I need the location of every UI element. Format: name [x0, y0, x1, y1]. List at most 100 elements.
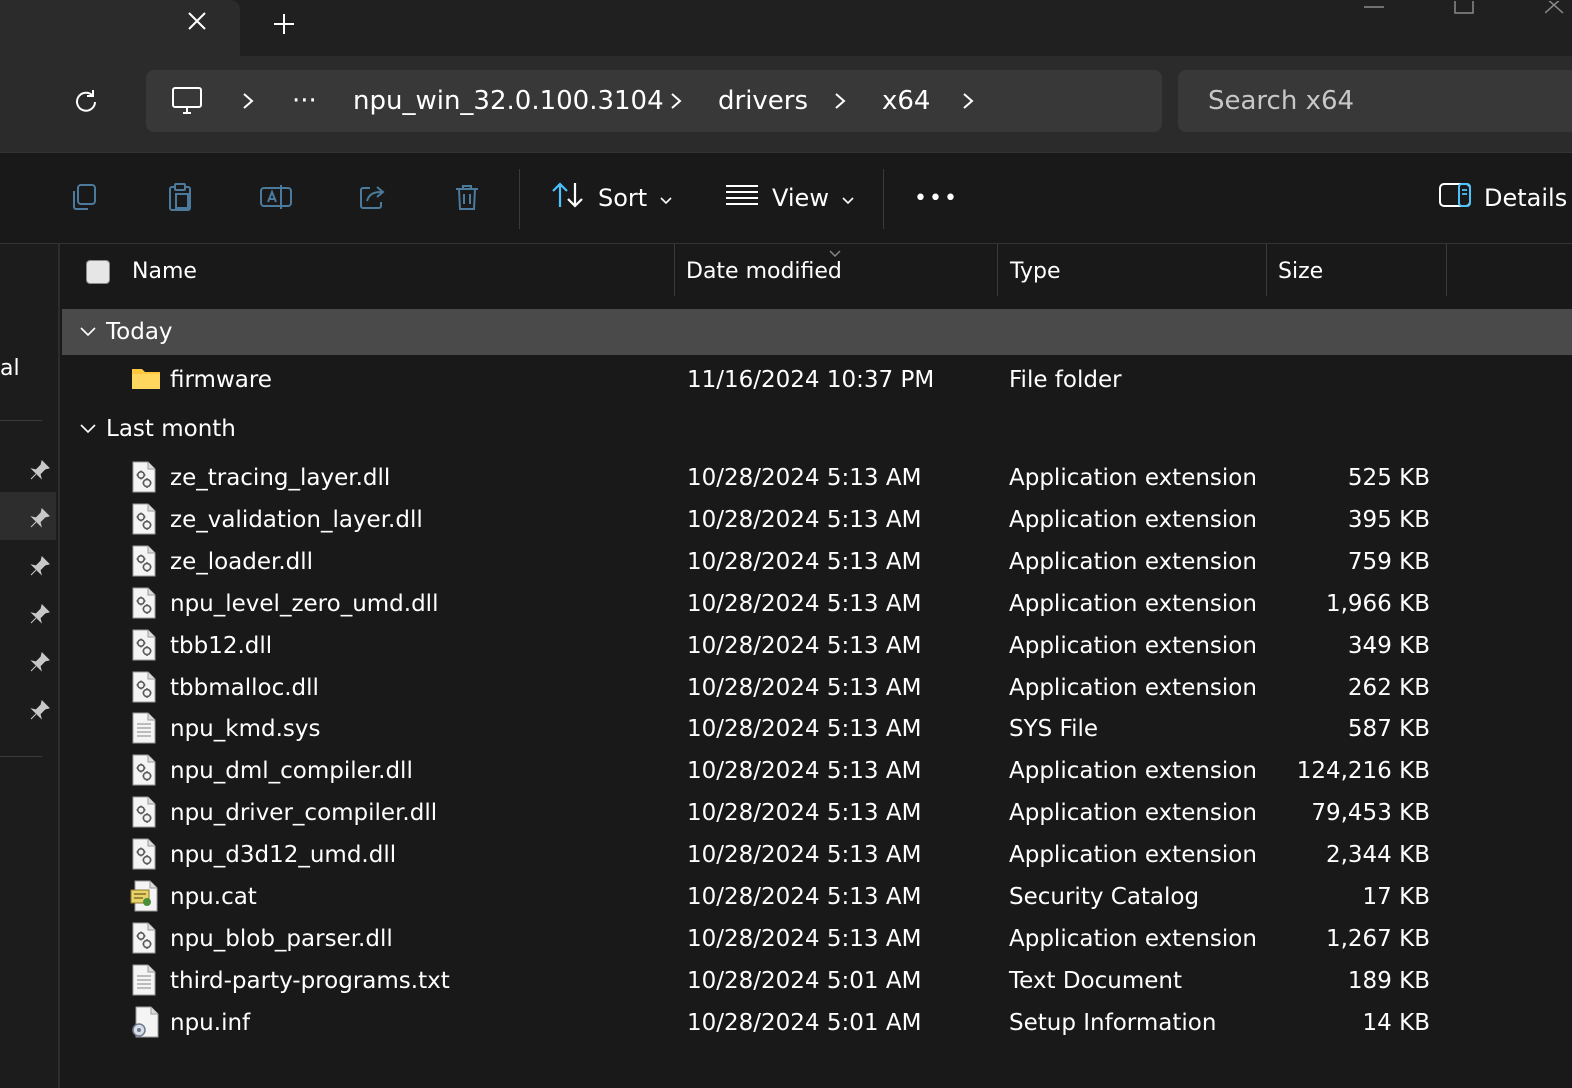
breadcrumb-overflow[interactable]: ···	[292, 70, 317, 132]
dll-file-icon	[130, 503, 164, 537]
file-type: Application extension	[1009, 842, 1257, 868]
column-header-date-modified[interactable]: Date modified	[686, 244, 842, 300]
breadcrumb-item-drivers[interactable]: drivers	[718, 70, 808, 132]
share-icon[interactable]	[354, 179, 390, 215]
chevron-right-icon[interactable]	[236, 89, 260, 113]
close-window-icon[interactable]	[1544, 0, 1568, 16]
pin-icon	[26, 648, 54, 676]
file-name: npu.cat	[170, 884, 257, 910]
file-row[interactable]: npu.cat 10/28/2024 5:13 AM Security Catalo…	[62, 876, 1572, 918]
group-header-last-month[interactable]: Last month	[62, 406, 1572, 452]
pin-icon	[26, 456, 54, 484]
file-size: 587 KB	[1347, 716, 1430, 742]
sort-button[interactable]: Sort	[550, 171, 673, 225]
copy-icon[interactable]	[66, 179, 102, 215]
title-bar	[0, 0, 1572, 56]
file-row[interactable]: npu_level_zero_umd.dll 10/28/2024 5:13 AM…	[62, 583, 1572, 625]
file-date: 10/28/2024 5:13 AM	[687, 465, 922, 491]
file-name: npu_level_zero_umd.dll	[170, 591, 439, 617]
address-bar[interactable]: ··· npu_win_32.0.100.3104 drivers x64	[146, 70, 1162, 132]
paste-icon[interactable]	[162, 179, 198, 215]
more-options-button[interactable]: •••	[914, 171, 959, 225]
setup-info-icon	[130, 1006, 164, 1040]
select-all-checkbox[interactable]	[86, 260, 110, 284]
file-type: Application extension	[1009, 758, 1257, 784]
details-pane-button[interactable]: Details	[1438, 171, 1567, 225]
file-row[interactable]: ze_validation_layer.dll 10/28/2024 5:13 A…	[62, 499, 1572, 541]
minimize-icon[interactable]	[1362, 0, 1386, 16]
folder-icon	[130, 363, 164, 397]
column-separator[interactable]	[1446, 244, 1447, 296]
column-separator[interactable]	[997, 244, 998, 296]
file-row[interactable]: npu_kmd.sys 10/28/2024 5:13 AM SYS File 587…	[62, 708, 1572, 750]
delete-icon[interactable]	[449, 179, 485, 215]
column-separator[interactable]	[1266, 244, 1267, 296]
file-type: SYS File	[1009, 716, 1099, 742]
file-type: Application extension	[1009, 465, 1257, 491]
plus-icon[interactable]	[268, 8, 300, 40]
file-list: Name Date modified Type Size Today firmw…	[62, 244, 1572, 1088]
this-pc-icon[interactable]	[170, 84, 204, 118]
file-row[interactable]: npu_d3d12_umd.dll 10/28/2024 5:13 AM Appli…	[62, 834, 1572, 876]
file-size: 1,966 KB	[1325, 591, 1430, 617]
rename-icon[interactable]	[258, 179, 294, 215]
file-size: 759 KB	[1347, 549, 1430, 575]
file-size: 262 KB	[1347, 675, 1430, 701]
dll-file-icon	[130, 838, 164, 872]
file-name: npu_blob_parser.dll	[170, 926, 393, 952]
chevron-down-icon[interactable]	[76, 320, 100, 344]
sidebar-item-partial[interactable]: al	[0, 356, 20, 381]
file-row[interactable]: ze_loader.dll 10/28/2024 5:13 AM Applicati…	[62, 541, 1572, 583]
file-row[interactable]: tbbmalloc.dll 10/28/2024 5:13 AM Applicati…	[62, 667, 1572, 709]
refresh-icon[interactable]	[66, 82, 106, 122]
pin-icon	[26, 504, 54, 532]
file-name: firmware	[170, 367, 272, 393]
file-row[interactable]: npu_dml_compiler.dll 10/28/2024 5:13 AM Ap…	[62, 750, 1572, 792]
toolbar-divider	[883, 169, 884, 229]
pin-icon	[26, 552, 54, 580]
file-date: 10/28/2024 5:13 AM	[687, 549, 922, 575]
file-date: 10/28/2024 5:01 AM	[687, 1010, 922, 1036]
group-header-today[interactable]: Today	[62, 309, 1572, 355]
column-header-name[interactable]: Name	[132, 244, 197, 300]
tab-current[interactable]	[0, 0, 240, 56]
text-file-icon	[130, 712, 164, 746]
command-bar: Sort View ••• Details	[0, 152, 1572, 244]
column-separator[interactable]	[674, 244, 675, 296]
chevron-right-icon[interactable]	[828, 89, 852, 113]
column-header-size[interactable]: Size	[1278, 244, 1323, 300]
file-row[interactable]: npu.inf 10/28/2024 5:01 AM Setup Informati…	[62, 1002, 1572, 1044]
file-date: 10/28/2024 5:13 AM	[687, 800, 922, 826]
file-name: npu_dml_compiler.dll	[170, 758, 413, 784]
maximize-icon[interactable]	[1452, 0, 1476, 16]
breadcrumb-item-npu-win[interactable]: npu_win_32.0.100.3104	[353, 70, 664, 132]
list-view-icon	[724, 182, 760, 214]
file-row[interactable]: firmware 11/16/2024 10:37 PM File folder	[62, 359, 1572, 401]
file-row[interactable]: npu_blob_parser.dll 10/28/2024 5:13 AM App…	[62, 918, 1572, 960]
view-label: View	[772, 184, 829, 212]
close-icon[interactable]	[182, 6, 212, 36]
column-header-type[interactable]: Type	[1010, 244, 1061, 300]
file-row[interactable]: third-party-programs.txt 10/28/2024 5:01 …	[62, 960, 1572, 1002]
file-date: 10/28/2024 5:01 AM	[687, 968, 922, 994]
chevron-down-icon[interactable]	[76, 417, 100, 441]
file-size: 189 KB	[1347, 968, 1430, 994]
sort-label: Sort	[598, 184, 648, 212]
file-name: tbb12.dll	[170, 633, 273, 659]
file-row[interactable]: ze_tracing_layer.dll 10/28/2024 5:13 AM Ap…	[62, 457, 1572, 499]
security-catalog-icon	[130, 880, 164, 914]
chevron-down-icon	[659, 184, 673, 212]
file-row[interactable]: tbb12.dll 10/28/2024 5:13 AM Application e…	[62, 625, 1572, 667]
pin-icon	[26, 696, 54, 724]
group-label: Last month	[106, 416, 236, 442]
chevron-right-icon[interactable]	[956, 89, 980, 113]
search-input[interactable]: Search x64	[1178, 70, 1572, 132]
chevron-down-icon	[841, 184, 855, 212]
dll-file-icon	[130, 461, 164, 495]
chevron-right-icon[interactable]	[664, 89, 688, 113]
file-row[interactable]: npu_driver_compiler.dll 10/28/2024 5:13 A…	[62, 792, 1572, 834]
file-type: Application extension	[1009, 800, 1257, 826]
breadcrumb-item-x64[interactable]: x64	[882, 70, 930, 132]
view-button[interactable]: View	[724, 171, 855, 225]
sidebar-divider	[0, 420, 42, 421]
